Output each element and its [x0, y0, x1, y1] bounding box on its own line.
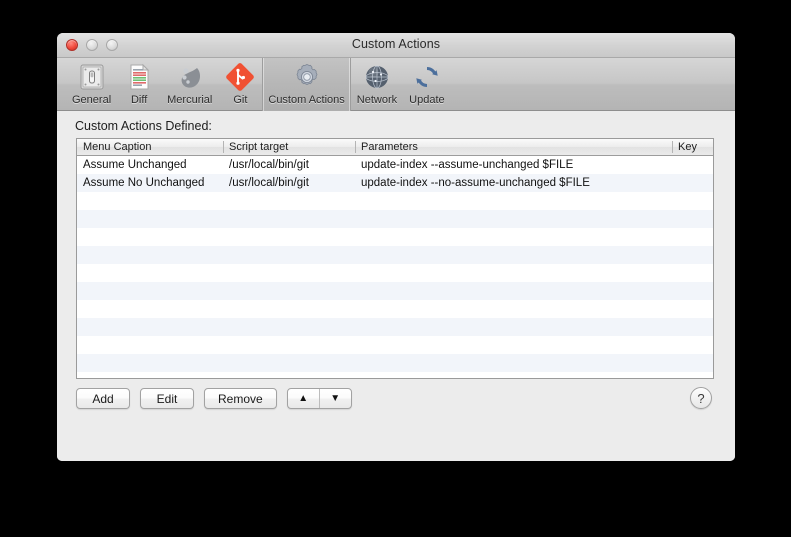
toolbar-label-mercurial: Mercurial [167, 94, 213, 106]
toolbar-item-network[interactable]: Network [351, 58, 403, 111]
table-header-row: Menu Caption Script target Parameters Ke… [77, 139, 713, 156]
table-action-buttons: Add Edit Remove ▲ ▼ [76, 388, 352, 409]
table-cell-caption: Assume No Unchanged [83, 177, 205, 189]
gear-icon [291, 61, 323, 93]
toolbar-item-update[interactable]: Update [403, 58, 450, 111]
reorder-segmented-control: ▲ ▼ [286, 388, 352, 409]
window-title: Custom Actions [351, 37, 441, 51]
git-diamond-icon [224, 61, 256, 93]
table-row[interactable] [77, 372, 713, 378]
table-row[interactable] [77, 264, 713, 282]
edit-button[interactable]: Edit [140, 388, 194, 409]
help-button[interactable]: ? [690, 387, 712, 409]
table-row[interactable] [77, 336, 713, 354]
toolbar-label-update: Update [409, 94, 445, 106]
toolbar-item-general[interactable]: General [66, 58, 117, 111]
section-label: Custom Actions Defined: [75, 119, 212, 133]
toolbar-item-custom-actions[interactable]: Custom Actions [262, 58, 351, 111]
switch-panel-icon [76, 61, 108, 93]
table-row[interactable] [77, 318, 713, 336]
column-header-key[interactable]: Key [672, 139, 713, 155]
table-cell-target: /usr/local/bin/git [229, 159, 309, 171]
document-diff-icon [123, 61, 155, 93]
move-down-button[interactable]: ▼ [318, 389, 351, 408]
table-row[interactable] [77, 354, 713, 372]
window-titlebar: Custom Actions [57, 33, 735, 58]
table-cell-target: /usr/local/bin/git [229, 177, 309, 189]
table-body: Assume Unchanged/usr/local/bin/git update… [77, 156, 713, 378]
preferences-toolbar: General Diff Mercurial Git Custom Action… [57, 58, 735, 111]
move-up-button[interactable]: ▲ [288, 389, 319, 408]
toolbar-item-git[interactable]: Git [218, 58, 262, 111]
toolbar-label-custom-actions: Custom Actions [268, 94, 345, 106]
custom-actions-table[interactable]: Menu Caption Script target Parameters Ke… [76, 138, 714, 379]
remove-button[interactable]: Remove [204, 388, 277, 409]
toolbar-item-diff[interactable]: Diff [117, 58, 161, 111]
globe-icon [361, 61, 393, 93]
table-cell-params: update-index --no-assume-unchanged $FILE [361, 177, 590, 189]
table-row[interactable] [77, 282, 713, 300]
table-row[interactable]: Assume No Unchanged/usr/local/bin/git upd… [77, 174, 713, 192]
table-row[interactable] [77, 300, 713, 318]
table-cell-caption: Assume Unchanged [83, 159, 187, 171]
toolbar-label-diff: Diff [130, 94, 148, 106]
column-header-menu-caption[interactable]: Menu Caption [77, 139, 223, 155]
table-cell-params: update-index --assume-unchanged $FILE [361, 159, 574, 171]
toolbar-item-mercurial[interactable]: Mercurial [161, 58, 218, 111]
toolbar-label-network: Network [356, 94, 398, 106]
toolbar-label-git: Git [233, 94, 248, 106]
column-header-parameters[interactable]: Parameters [355, 139, 672, 155]
add-button[interactable]: Add [76, 388, 130, 409]
column-header-script-target[interactable]: Script target [223, 139, 355, 155]
toolbar-label-general: General [72, 94, 112, 106]
table-row[interactable] [77, 228, 713, 246]
table-row[interactable] [77, 210, 713, 228]
table-row[interactable]: Assume Unchanged/usr/local/bin/git update… [77, 156, 713, 174]
preferences-window: Custom Actions General Diff Mercurial Gi… [57, 33, 735, 461]
refresh-arrows-icon [411, 61, 443, 93]
table-row[interactable] [77, 192, 713, 210]
preferences-content: Custom Actions Defined: Menu Caption Scr… [57, 111, 735, 461]
table-row[interactable] [77, 246, 713, 264]
mercurial-droplet-icon [174, 61, 206, 93]
